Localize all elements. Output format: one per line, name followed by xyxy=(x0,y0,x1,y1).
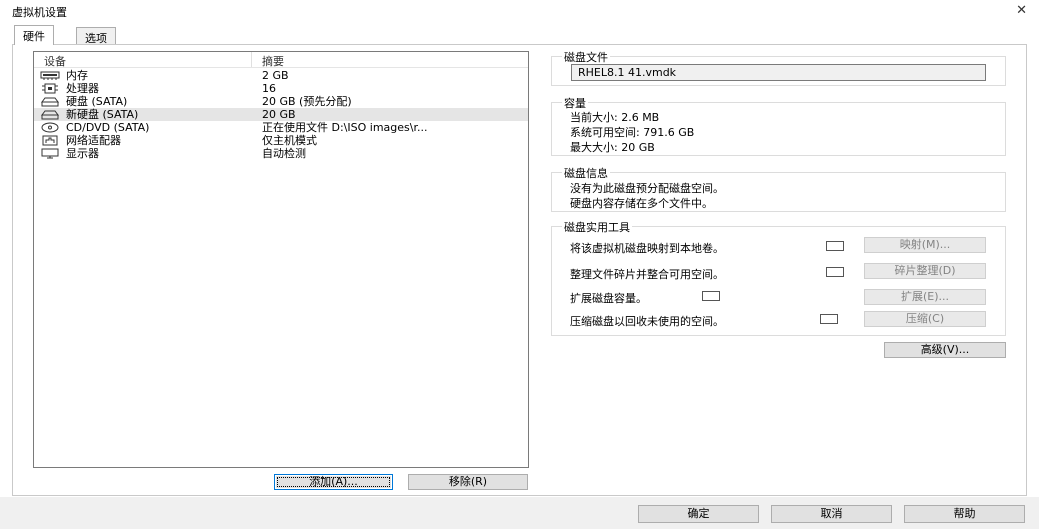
device-name: 硬盘 (SATA) xyxy=(66,95,128,108)
cancel-button[interactable]: 取消 xyxy=(771,505,892,523)
device-summary: 16 xyxy=(262,82,276,95)
hard-disk-icon xyxy=(41,110,59,120)
admin-shield-icon xyxy=(826,267,844,277)
column-divider[interactable] xyxy=(251,52,252,67)
window-title: 虚拟机设置 xyxy=(12,6,67,19)
device-summary: 仅主机模式 xyxy=(262,134,317,147)
processor-icon xyxy=(42,83,58,94)
remove-button[interactable]: 移除(R) xyxy=(408,474,528,490)
system-free-text: 系统可用空间: 791.6 GB xyxy=(570,126,695,139)
admin-shield-icon xyxy=(702,291,720,301)
compact-description: 压缩磁盘以回收未使用的空间。 xyxy=(570,315,724,328)
device-summary: 20 GB (预先分配) xyxy=(262,95,352,108)
device-row-new-hard-disk[interactable]: 新硬盘 (SATA) 20 GB xyxy=(34,108,528,121)
device-row-cd-dvd[interactable]: CD/DVD (SATA) 正在使用文件 D:\ISO images\r... xyxy=(34,121,528,134)
disk-utilities-title: 磁盘实用工具 xyxy=(562,219,632,235)
admin-shield-icon xyxy=(820,314,838,324)
device-row-processor[interactable]: 处理器 16 xyxy=(34,82,528,95)
map-description: 将该虚拟机磁盘映射到本地卷。 xyxy=(570,242,724,255)
tab-hardware[interactable]: 硬件 xyxy=(14,25,54,45)
defragment-button[interactable]: 碎片整理(D) xyxy=(864,263,986,279)
device-summary: 20 GB xyxy=(262,108,296,121)
disk-file-title: 磁盘文件 xyxy=(562,49,610,65)
device-name: 网络适配器 xyxy=(66,134,121,147)
ok-button[interactable]: 确定 xyxy=(638,505,759,523)
memory-icon xyxy=(40,71,60,80)
advanced-button[interactable]: 高级(V)... xyxy=(884,342,1006,358)
device-name: 内存 xyxy=(66,69,88,82)
title-bar: 虚拟机设置 ✕ xyxy=(0,0,1039,22)
device-name: 新硬盘 (SATA) xyxy=(66,108,139,121)
hard-disk-icon xyxy=(41,97,59,107)
device-name: 显示器 xyxy=(66,147,99,160)
close-icon[interactable]: ✕ xyxy=(1016,3,1027,18)
disk-file-field[interactable]: RHEL8.1 41.vmdk xyxy=(571,64,986,81)
column-header-summary[interactable]: 摘要 xyxy=(262,53,284,69)
column-header-device[interactable]: 设备 xyxy=(44,53,66,69)
display-icon xyxy=(41,148,59,159)
device-summary: 正在使用文件 D:\ISO images\r... xyxy=(262,121,428,134)
disk-info-title: 磁盘信息 xyxy=(562,165,610,181)
current-size-text: 当前大小: 2.6 MB xyxy=(570,111,660,124)
device-row-memory[interactable]: 内存 2 GB xyxy=(34,69,528,82)
device-row-hard-disk[interactable]: 硬盘 (SATA) 20 GB (预先分配) xyxy=(34,95,528,108)
max-size-text: 最大大小: 20 GB xyxy=(570,141,655,154)
tab-options[interactable]: 选项 xyxy=(76,27,116,45)
network-adapter-icon xyxy=(42,135,58,146)
device-name: 处理器 xyxy=(66,82,99,95)
device-row-display[interactable]: 显示器 自动检测 xyxy=(34,147,528,160)
device-row-network-adapter[interactable]: 网络适配器 仅主机模式 xyxy=(34,134,528,147)
cd-dvd-icon xyxy=(41,122,59,133)
device-name: CD/DVD (SATA) xyxy=(66,121,150,134)
device-summary: 自动检测 xyxy=(262,147,306,160)
disk-info-line-1: 没有为此磁盘预分配磁盘空间。 xyxy=(570,182,724,195)
map-button[interactable]: 映射(M)... xyxy=(864,237,986,253)
device-summary: 2 GB xyxy=(262,69,289,82)
disk-info-line-2: 硬盘内容存储在多个文件中。 xyxy=(570,197,713,210)
expand-button[interactable]: 扩展(E)... xyxy=(864,289,986,305)
admin-shield-icon xyxy=(826,241,844,251)
expand-description: 扩展磁盘容量。 xyxy=(570,292,647,305)
defrag-description: 整理文件碎片并整合可用空间。 xyxy=(570,268,724,281)
help-button[interactable]: 帮助 xyxy=(904,505,1025,523)
compact-button[interactable]: 压缩(C) xyxy=(864,311,986,327)
add-button[interactable]: 添加(A)... xyxy=(274,474,393,490)
device-list-header: 设备 摘要 xyxy=(34,52,528,68)
